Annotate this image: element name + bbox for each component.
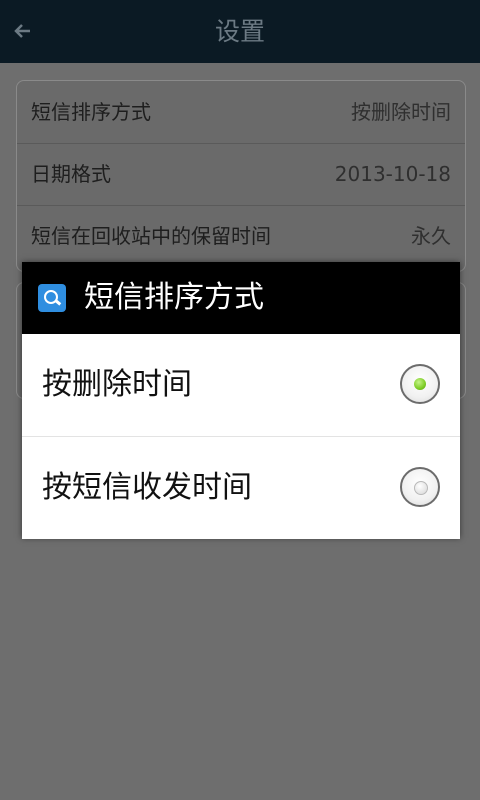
option-label: 按删除时间 xyxy=(42,367,192,402)
setting-label: 短信在回收站中的保留时间 xyxy=(31,224,271,248)
setting-row-date-format[interactable]: 日期格式 2013-10-18 xyxy=(17,143,465,206)
title-bar: 设置 xyxy=(0,0,480,63)
option-by-delete-time[interactable]: 按删除时间 xyxy=(22,334,460,437)
setting-value: 2013-10-18 xyxy=(334,162,451,186)
option-by-send-receive-time[interactable]: 按短信收发时间 xyxy=(22,437,460,539)
setting-row-sort-order[interactable]: 短信排序方式 按删除时间 xyxy=(17,81,465,144)
radio-unselected[interactable] xyxy=(400,467,440,507)
sort-order-dialog: 短信排序方式 按删除时间 按短信收发时间 xyxy=(22,262,460,539)
setting-value: 永久 xyxy=(411,224,451,248)
setting-row-retention[interactable]: 短信在回收站中的保留时间 永久 xyxy=(17,205,465,267)
setting-label: 短信排序方式 xyxy=(31,100,151,124)
dialog-header: 短信排序方式 xyxy=(22,262,460,334)
page-title: 设置 xyxy=(214,17,265,46)
radio-selected[interactable] xyxy=(400,364,440,404)
dialog-title: 短信排序方式 xyxy=(84,280,264,315)
setting-label: 日期格式 xyxy=(31,162,111,186)
setting-value: 按删除时间 xyxy=(351,100,451,124)
app-search-icon xyxy=(38,284,66,312)
option-label: 按短信收发时间 xyxy=(42,470,252,505)
settings-list: 短信排序方式 按删除时间 日期格式 2013-10-18 短信在回收站中的保留时… xyxy=(16,80,466,272)
